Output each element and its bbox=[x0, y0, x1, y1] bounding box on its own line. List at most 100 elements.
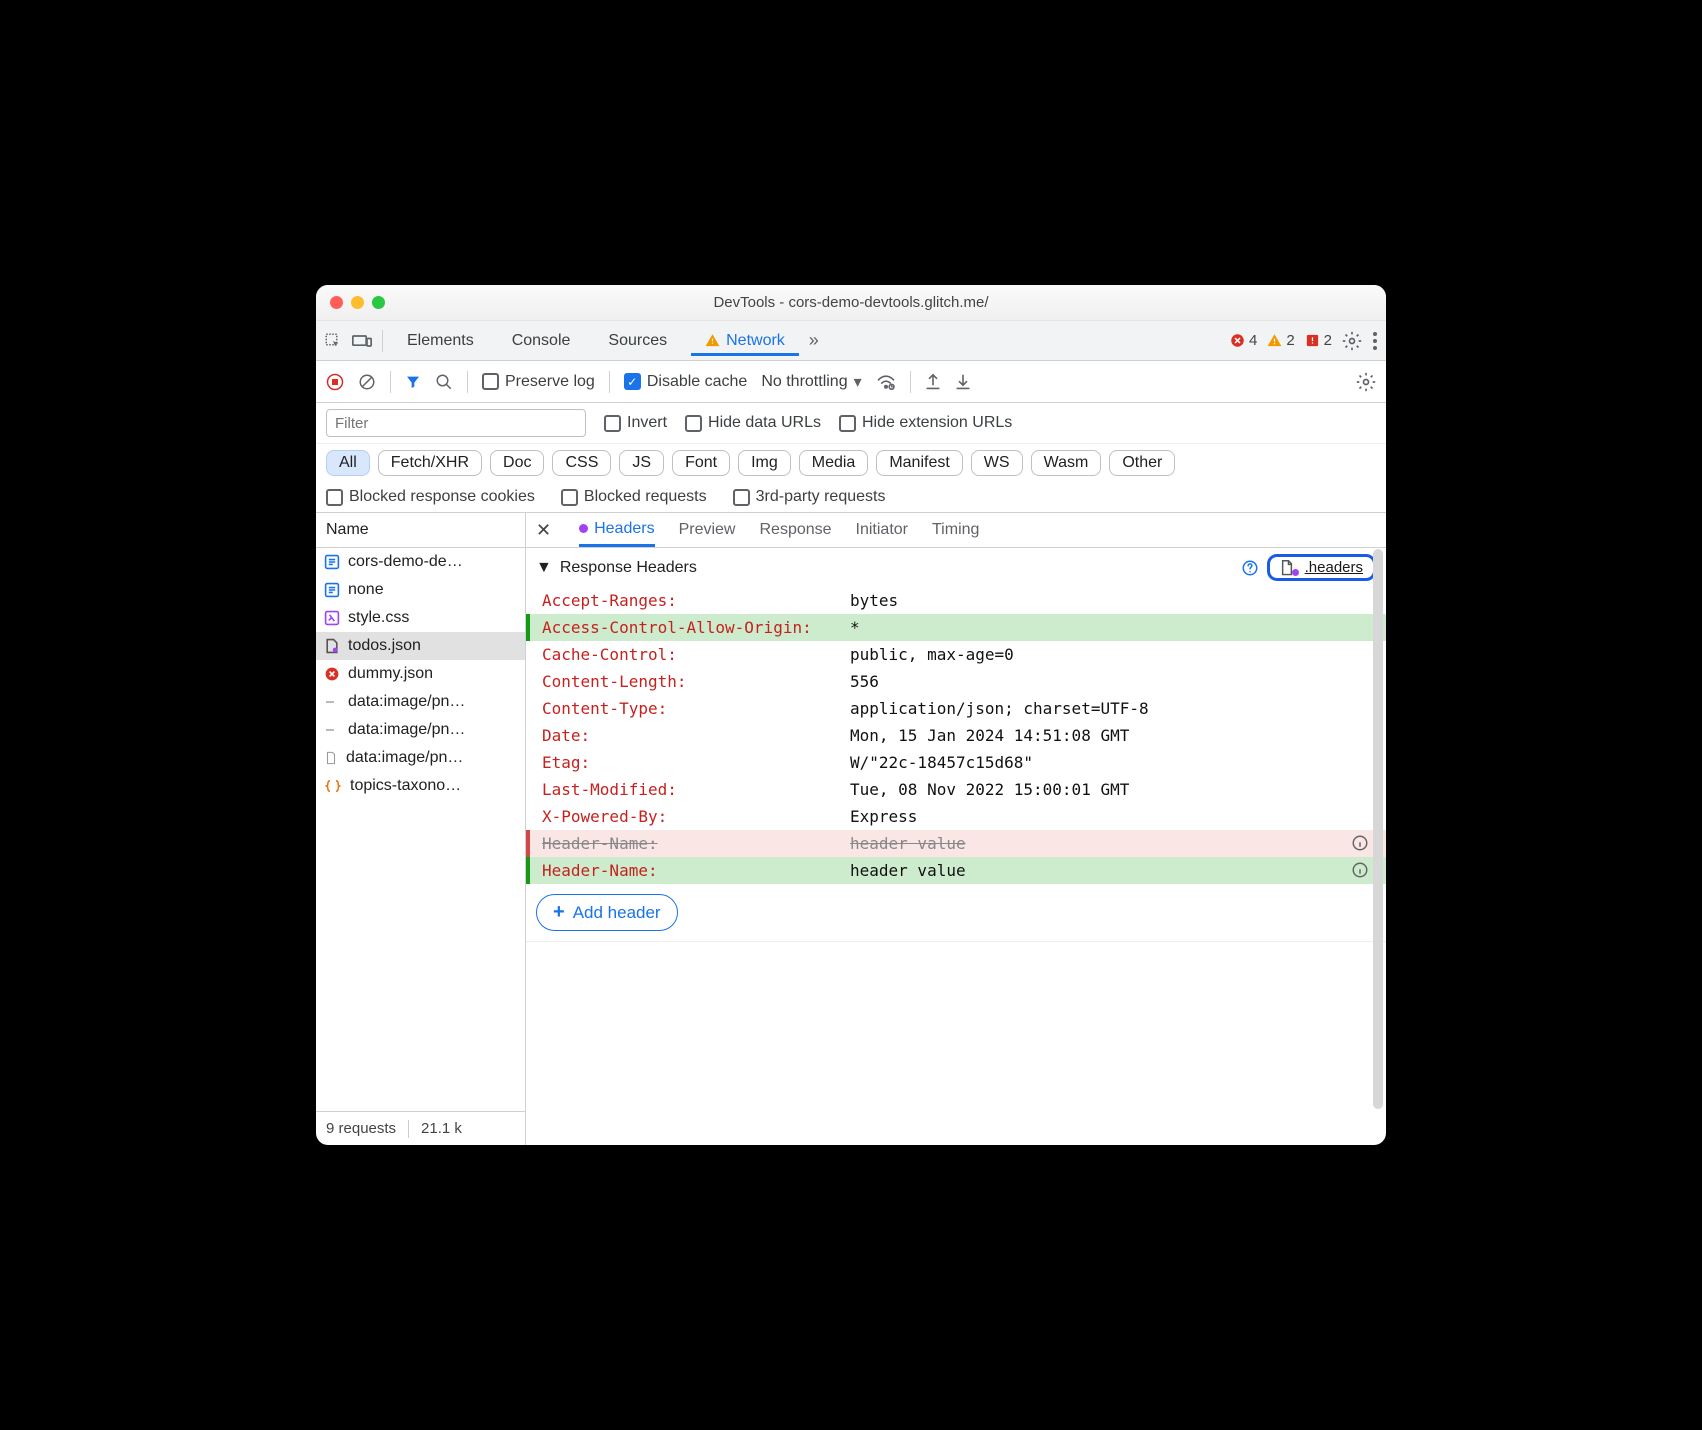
details-tab-preview[interactable]: Preview bbox=[679, 521, 736, 539]
export-har-icon[interactable] bbox=[955, 373, 971, 391]
request-name: data:image/pn… bbox=[348, 721, 465, 739]
request-row[interactable]: data:image/pn… bbox=[316, 716, 525, 744]
header-row[interactable]: Header-Name:header value bbox=[526, 830, 1386, 857]
braces-icon bbox=[324, 779, 342, 793]
record-button[interactable] bbox=[326, 373, 344, 391]
details-tab-headers[interactable]: Headers bbox=[579, 513, 654, 547]
type-pill-media[interactable]: Media bbox=[799, 450, 869, 476]
type-pill-font[interactable]: Font bbox=[672, 450, 730, 476]
network-conditions-icon[interactable] bbox=[876, 374, 896, 390]
kebab-menu-icon[interactable] bbox=[1372, 331, 1378, 351]
response-headers-toggle[interactable]: ▼ Response Headers .headers bbox=[526, 548, 1386, 587]
warning-count[interactable]: 2 bbox=[1267, 332, 1294, 349]
request-name: none bbox=[348, 581, 384, 599]
name-column-header[interactable]: Name bbox=[316, 513, 525, 548]
header-value: public, max-age=0 bbox=[850, 645, 1338, 664]
type-pill-other[interactable]: Other bbox=[1109, 450, 1175, 476]
request-list-pane: Name cors-demo-de… none style.css todos.jso… bbox=[316, 513, 526, 1145]
close-details-icon[interactable]: ✕ bbox=[536, 520, 555, 541]
warning-triangle-icon bbox=[1267, 333, 1282, 348]
header-key: Access-Control-Allow-Origin: bbox=[542, 618, 842, 637]
request-row[interactable]: none bbox=[316, 576, 525, 604]
request-row[interactable]: dummy.json bbox=[316, 660, 525, 688]
doc-icon bbox=[324, 554, 340, 570]
issues-icon bbox=[1305, 333, 1320, 348]
tab-sources[interactable]: Sources bbox=[594, 326, 681, 356]
hide-data-urls-checkbox[interactable]: Hide data URLs bbox=[685, 414, 821, 432]
warning-icon bbox=[705, 333, 720, 348]
details-tab-initiator[interactable]: Initiator bbox=[856, 521, 908, 539]
request-row[interactable]: style.css bbox=[316, 604, 525, 632]
blocked-cookies-checkbox[interactable]: Blocked response cookies bbox=[326, 488, 535, 506]
tab-network[interactable]: Network bbox=[691, 326, 799, 356]
dash-icon bbox=[324, 697, 340, 707]
header-row[interactable]: Header-Name:header value bbox=[526, 857, 1386, 884]
info-icon[interactable] bbox=[1346, 834, 1374, 852]
search-icon[interactable] bbox=[435, 373, 453, 391]
request-name: data:image/pn… bbox=[346, 749, 463, 767]
header-key: Header-Name: bbox=[542, 861, 842, 880]
hide-extension-urls-checkbox[interactable]: Hide extension URLs bbox=[839, 414, 1012, 432]
request-row[interactable]: data:image/pn… bbox=[316, 744, 525, 772]
details-tab-timing[interactable]: Timing bbox=[932, 521, 979, 539]
file-icon bbox=[324, 751, 338, 765]
blocked-requests-checkbox[interactable]: Blocked requests bbox=[561, 488, 707, 506]
request-name: style.css bbox=[348, 609, 409, 627]
tab-elements[interactable]: Elements bbox=[393, 326, 488, 356]
filter-input[interactable] bbox=[326, 409, 586, 437]
headers-file-badge[interactable]: .headers bbox=[1267, 554, 1376, 581]
filter-row: Invert Hide data URLs Hide extension URL… bbox=[316, 403, 1386, 444]
header-row[interactable]: Last-Modified:Tue, 08 Nov 2022 15:00:01 … bbox=[526, 776, 1386, 803]
header-row[interactable]: Access-Control-Allow-Origin:* bbox=[526, 614, 1386, 641]
more-tabs-icon[interactable]: » bbox=[809, 330, 819, 351]
type-pill-doc[interactable]: Doc bbox=[490, 450, 544, 476]
status-bar: 9 requests 21.1 k bbox=[316, 1111, 525, 1145]
details-tab-response[interactable]: Response bbox=[759, 521, 831, 539]
info-icon[interactable] bbox=[1346, 861, 1374, 879]
request-row[interactable]: data:image/pn… bbox=[316, 688, 525, 716]
header-row[interactable]: Accept-Ranges:bytes bbox=[526, 587, 1386, 614]
request-row[interactable]: topics-taxono… bbox=[316, 772, 525, 800]
add-header-button[interactable]: + Add header bbox=[536, 894, 678, 931]
header-row[interactable]: Etag:W/"22c-18457c15d68" bbox=[526, 749, 1386, 776]
header-row[interactable]: Content-Length:556 bbox=[526, 668, 1386, 695]
scrollbar[interactable] bbox=[1373, 549, 1383, 1109]
settings-gear-icon[interactable] bbox=[1342, 331, 1362, 351]
import-har-icon[interactable] bbox=[925, 373, 941, 391]
type-pill-css[interactable]: CSS bbox=[552, 450, 611, 476]
thirdparty-checkbox[interactable]: 3rd-party requests bbox=[733, 488, 886, 506]
clear-button[interactable] bbox=[358, 373, 376, 391]
throttling-select[interactable]: No throttling ▾ bbox=[761, 372, 861, 392]
help-icon[interactable] bbox=[1241, 559, 1259, 577]
header-row[interactable]: Content-Type:application/json; charset=U… bbox=[526, 695, 1386, 722]
header-row[interactable]: X-Powered-By:Express bbox=[526, 803, 1386, 830]
error-count[interactable]: 4 bbox=[1230, 332, 1257, 349]
network-settings-icon[interactable] bbox=[1356, 372, 1376, 392]
response-headers-table: Accept-Ranges:bytesAccess-Control-Allow-… bbox=[526, 587, 1386, 884]
type-pill-manifest[interactable]: Manifest bbox=[876, 450, 962, 476]
type-pill-wasm[interactable]: Wasm bbox=[1031, 450, 1102, 476]
request-row[interactable]: cors-demo-de… bbox=[316, 548, 525, 576]
inspect-icon[interactable] bbox=[324, 332, 342, 350]
type-pill-all[interactable]: All bbox=[326, 450, 370, 476]
css-icon bbox=[324, 610, 340, 626]
err-icon bbox=[324, 666, 340, 682]
invert-checkbox[interactable]: Invert bbox=[604, 414, 667, 432]
window-title: DevTools - cors-demo-devtools.glitch.me/ bbox=[316, 294, 1386, 311]
issues-count[interactable]: 2 bbox=[1305, 332, 1332, 349]
request-row[interactable]: todos.json bbox=[316, 632, 525, 660]
preserve-log-checkbox[interactable]: Preserve log bbox=[482, 373, 595, 391]
header-key: Header-Name: bbox=[542, 834, 842, 853]
type-pill-fetch[interactable]: Fetch/XHR bbox=[378, 450, 482, 476]
type-pill-js[interactable]: JS bbox=[619, 450, 664, 476]
device-toolbar-icon[interactable] bbox=[352, 333, 372, 349]
tab-console[interactable]: Console bbox=[498, 326, 585, 356]
header-row[interactable]: Cache-Control:public, max-age=0 bbox=[526, 641, 1386, 668]
header-row[interactable]: Date:Mon, 15 Jan 2024 14:51:08 GMT bbox=[526, 722, 1386, 749]
filter-toggle-icon[interactable] bbox=[405, 374, 421, 390]
type-pill-img[interactable]: Img bbox=[738, 450, 791, 476]
type-pill-ws[interactable]: WS bbox=[971, 450, 1023, 476]
dash-icon bbox=[324, 725, 340, 735]
header-value: Tue, 08 Nov 2022 15:00:01 GMT bbox=[850, 780, 1338, 799]
disable-cache-checkbox[interactable]: ✓Disable cache bbox=[624, 373, 748, 391]
